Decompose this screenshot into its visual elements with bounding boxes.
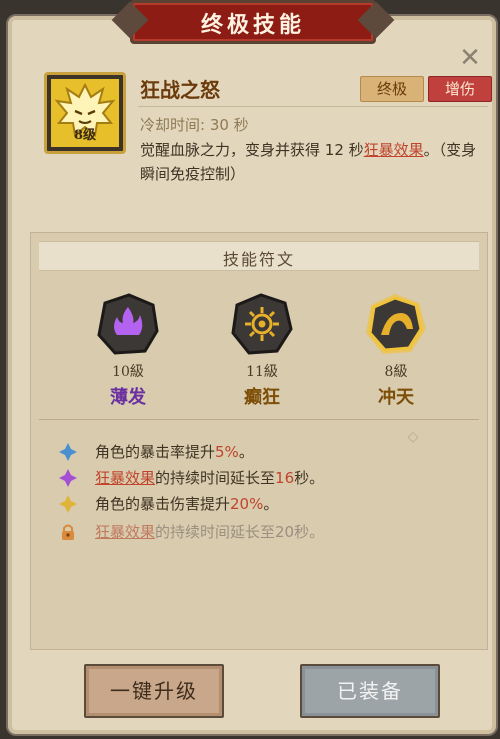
- rune-sun-eye[interactable]: [227, 289, 297, 359]
- skill-icon: 8级: [44, 72, 126, 154]
- rune-level: 11級: [246, 364, 278, 380]
- purple-diamond-icon: [59, 469, 77, 487]
- rune-section: 技能符文 10級 薄发 11級 癫狂 8級 冲天 ◇ 角色的暴击率提升5%。 狂…: [30, 232, 488, 650]
- rune-header: 技能符文: [39, 241, 479, 271]
- rune-name: 冲天: [378, 387, 414, 408]
- berserker-face-icon: 8级: [51, 79, 119, 147]
- cooldown-text: 冷却时间: 30 秒: [140, 116, 249, 134]
- rune-divider: [39, 419, 479, 420]
- rune-level: 10級: [112, 364, 144, 380]
- tag-damage-buff: 增伤: [428, 76, 492, 102]
- rage-effect-link[interactable]: 狂暴效果: [364, 141, 424, 159]
- effect-text: 。: [238, 443, 254, 461]
- rune-purple-flame[interactable]: [93, 289, 163, 359]
- effect-text: 。: [263, 495, 279, 513]
- selected-pointer-icon: ◇: [407, 429, 419, 445]
- gold-diamond-icon: [59, 495, 77, 513]
- effect-text: 角色的暴击伤害提升: [95, 495, 231, 513]
- blue-diamond-icon: [59, 443, 77, 461]
- effect-text: 的持续时间延长至20秒。: [155, 523, 325, 541]
- effect-value: 5%: [215, 443, 239, 461]
- skill-name: 狂战之怒: [140, 78, 220, 102]
- skill-description: 觉醒血脉之力，变身并获得 12 秒狂暴效果。（变身瞬间免疫控制）: [140, 138, 480, 186]
- effect-text: 的持续时间延长至: [155, 469, 276, 487]
- skill-level: 8级: [73, 128, 97, 143]
- desc-text: 觉醒血脉之力，变身并获得 12 秒: [140, 141, 364, 159]
- rune-level: 8級: [384, 364, 408, 380]
- rune-header-title: 技能符文: [222, 250, 295, 269]
- title-banner: 终极技能: [130, 0, 376, 44]
- effect-text: 角色的暴击率提升: [95, 443, 216, 461]
- rune-soaring-selected[interactable]: [361, 289, 431, 359]
- upgrade-button[interactable]: 一键升级: [84, 664, 224, 718]
- effect-value: 20%: [230, 495, 264, 513]
- equipped-button[interactable]: 已装备: [300, 664, 440, 718]
- tag-ultimate: 终极: [360, 76, 424, 102]
- skill-dialog: ✕ 8级 狂战之怒 终极 增伤 冷却时间: 30 秒 觉醒血脉之力，变身并获得 …: [6, 14, 498, 736]
- header-divider: [138, 106, 488, 107]
- close-button[interactable]: ✕: [458, 45, 482, 71]
- rune-name: 薄发: [110, 387, 146, 408]
- rage-effect-link[interactable]: 狂暴效果: [95, 469, 155, 487]
- rune-name: 癫狂: [244, 387, 280, 408]
- dialog-title: 终极技能: [200, 13, 305, 38]
- lock-icon: [62, 524, 74, 540]
- rage-effect-link-locked[interactable]: 狂暴效果: [95, 523, 155, 541]
- effect-text: 秒。: [294, 469, 325, 487]
- effect-value: 16: [275, 469, 295, 487]
